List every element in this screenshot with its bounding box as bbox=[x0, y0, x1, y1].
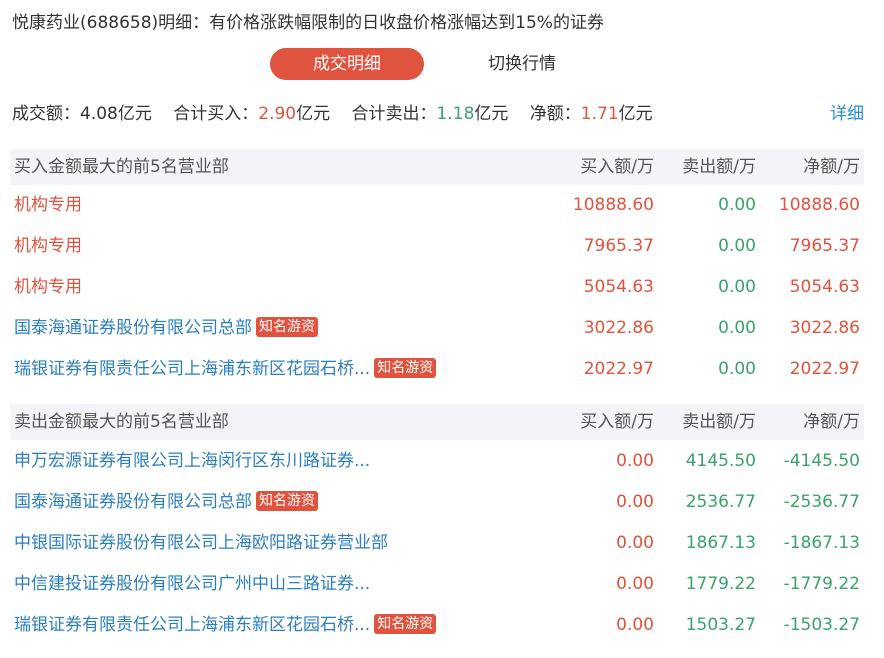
broker-name-text[interactable]: 国泰海通证券股份有限公司总部 bbox=[14, 318, 252, 338]
sell-amount: 4145.50 bbox=[685, 451, 756, 471]
sell-amount: 0.00 bbox=[718, 277, 756, 297]
sell-section-header: 卖出金额最大的前5名营业部 买入额/万 卖出额/万 净额/万 bbox=[10, 404, 864, 440]
broker-name[interactable]: 中银国际证券股份有限公司上海欧阳路证券营业部 bbox=[14, 523, 388, 564]
broker-name-text[interactable]: 瑞银证券有限责任公司上海浦东新区花园石桥... bbox=[14, 359, 370, 379]
buy-amount: 0.00 bbox=[616, 533, 654, 553]
buy-amount: 3022.86 bbox=[583, 318, 654, 338]
total-buy-label: 合计买入： bbox=[173, 104, 259, 124]
total-sell-value: 1.18 bbox=[436, 104, 475, 124]
tab-trade-details[interactable]: 成交明细 bbox=[270, 48, 424, 80]
broker-name[interactable]: 国泰海通证券股份有限公司总部 知名游资 bbox=[14, 308, 318, 349]
broker-name-text[interactable]: 瑞银证券有限责任公司上海浦东新区花园石桥... bbox=[14, 615, 370, 635]
net-label: 净额： bbox=[529, 104, 581, 124]
net-amount: 5054.63 bbox=[789, 277, 860, 297]
col-buy-header: 买入额/万 bbox=[580, 157, 654, 177]
table-row: 国泰海通证券股份有限公司总部 知名游资 3022.86 0.00 3022.86 bbox=[10, 308, 864, 349]
sell-amount: 0.00 bbox=[718, 318, 756, 338]
sell-amount: 1779.22 bbox=[685, 574, 756, 594]
sell-amount: 2536.77 bbox=[685, 492, 756, 512]
broker-name[interactable]: 机构专用 bbox=[14, 226, 82, 267]
sell-section-title: 卖出金额最大的前5名营业部 bbox=[14, 412, 229, 432]
broker-name[interactable]: 机构专用 bbox=[14, 267, 82, 308]
net-amount: -4145.50 bbox=[783, 451, 860, 471]
broker-name[interactable]: 申万宏源证券有限公司上海闵行区东川路证券... bbox=[14, 441, 370, 482]
net-amount: 2022.97 bbox=[789, 359, 860, 379]
table-row: 申万宏源证券有限公司上海闵行区东川路证券... 0.00 4145.50 -41… bbox=[10, 441, 864, 482]
buy-amount: 0.00 bbox=[616, 615, 654, 635]
net-amount: -2536.77 bbox=[783, 492, 860, 512]
col-sell-header: 卖出额/万 bbox=[682, 157, 756, 177]
total-sell-unit: 亿元 bbox=[474, 104, 509, 124]
buy-amount: 0.00 bbox=[616, 574, 654, 594]
famous-trader-badge: 知名游资 bbox=[374, 614, 437, 634]
tab-switch-quotes[interactable]: 切换行情 bbox=[488, 48, 556, 80]
col-net-header: 净额/万 bbox=[803, 412, 860, 432]
net-amount: -1779.22 bbox=[783, 574, 860, 594]
buy-amount: 5054.63 bbox=[583, 277, 654, 297]
buy-section-title: 买入金额最大的前5名营业部 bbox=[14, 157, 229, 177]
table-row: 中信建投证券股份有限公司广州中山三路证券... 0.00 1779.22 -17… bbox=[10, 564, 864, 605]
total-sell-label: 合计卖出： bbox=[351, 104, 437, 124]
table-row: 机构专用 7965.37 0.00 7965.37 bbox=[10, 226, 864, 267]
table-row: 瑞银证券有限责任公司上海浦东新区花园石桥... 知名游资 2022.97 0.00… bbox=[10, 349, 864, 390]
buy-amount: 7965.37 bbox=[583, 236, 654, 256]
total-buy-unit: 亿元 bbox=[296, 104, 331, 124]
table-row: 机构专用 5054.63 0.00 5054.63 bbox=[10, 267, 864, 308]
col-buy-header: 买入额/万 bbox=[580, 412, 654, 432]
sell-amount: 1867.13 bbox=[685, 533, 756, 553]
sell-amount: 0.00 bbox=[718, 236, 756, 256]
table-row: 机构专用 10888.60 0.00 10888.60 bbox=[10, 185, 864, 226]
net-amount: 7965.37 bbox=[789, 236, 860, 256]
broker-name[interactable]: 瑞银证券有限责任公司上海浦东新区花园石桥... 知名游资 bbox=[14, 349, 437, 390]
net-amount: 10888.60 bbox=[778, 195, 860, 215]
broker-name[interactable]: 国泰海通证券股份有限公司总部 知名游资 bbox=[14, 482, 318, 523]
broker-name[interactable]: 中信建投证券股份有限公司广州中山三路证券... bbox=[14, 564, 370, 605]
sell-amount: 1503.27 bbox=[685, 615, 756, 635]
famous-trader-badge: 知名游资 bbox=[256, 491, 318, 511]
table-row: 瑞银证券有限责任公司上海浦东新区花园石桥... 知名游资 0.00 1503.27… bbox=[10, 605, 864, 646]
turnover-label: 成交额： bbox=[12, 104, 80, 124]
turnover-unit: 亿元 bbox=[117, 104, 152, 124]
table-row: 中银国际证券股份有限公司上海欧阳路证券营业部 0.00 1867.13 -186… bbox=[10, 523, 864, 564]
col-sell-header: 卖出额/万 bbox=[682, 412, 756, 432]
net-amount: -1867.13 bbox=[783, 533, 860, 553]
detail-link[interactable]: 详细 bbox=[830, 102, 864, 126]
famous-trader-badge: 知名游资 bbox=[374, 358, 437, 378]
total-buy-value: 2.90 bbox=[258, 104, 297, 124]
broker-name[interactable]: 机构专用 bbox=[14, 185, 82, 226]
buy-amount: 10888.60 bbox=[572, 195, 654, 215]
net-unit: 亿元 bbox=[618, 104, 653, 124]
sell-amount: 0.00 bbox=[718, 195, 756, 215]
net-amount: 3022.86 bbox=[789, 318, 860, 338]
col-net-header: 净额/万 bbox=[803, 157, 860, 177]
buy-amount: 0.00 bbox=[616, 492, 654, 512]
famous-trader-badge: 知名游资 bbox=[256, 317, 318, 337]
broker-name[interactable]: 瑞银证券有限责任公司上海浦东新区花园石桥... 知名游资 bbox=[14, 605, 437, 646]
broker-name-text[interactable]: 国泰海通证券股份有限公司总部 bbox=[14, 492, 252, 512]
sell-amount: 0.00 bbox=[718, 359, 756, 379]
table-row: 国泰海通证券股份有限公司总部 知名游资 0.00 2536.77 -2536.77 bbox=[10, 482, 864, 523]
net-value: 1.71 bbox=[580, 104, 619, 124]
buy-amount: 0.00 bbox=[616, 451, 654, 471]
page-title: 悦康药业(688658)明细：有价格涨跌幅限制的日收盘价格涨幅达到15%的证券 bbox=[12, 13, 604, 33]
summary-bar: 成交额：4.08亿元 合计买入：2.90亿元 合计卖出：1.18亿元 净额：1.… bbox=[12, 102, 653, 126]
buy-amount: 2022.97 bbox=[583, 359, 654, 379]
turnover-value: 4.08 bbox=[80, 104, 118, 124]
net-amount: -1503.27 bbox=[783, 615, 860, 635]
buy-section-header: 买入金额最大的前5名营业部 买入额/万 卖出额/万 净额/万 bbox=[10, 149, 864, 185]
